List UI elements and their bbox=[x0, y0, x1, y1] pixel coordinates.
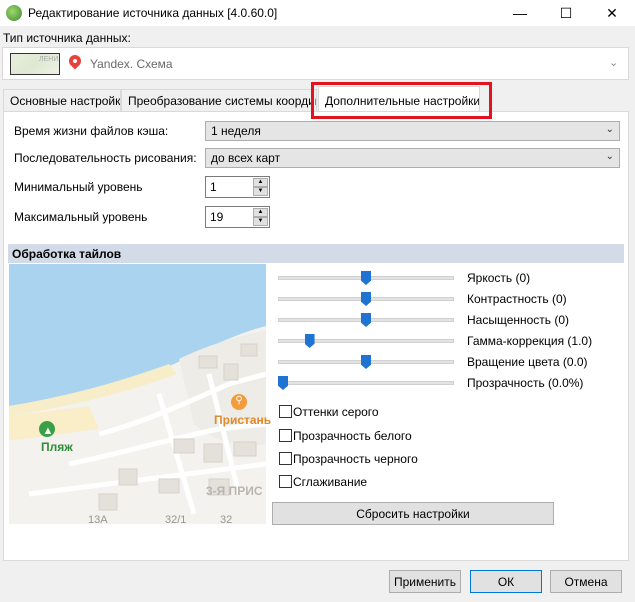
max-level-label: Максимальный уровень bbox=[14, 210, 148, 224]
apply-button[interactable]: Применить bbox=[389, 570, 461, 593]
tab-basic-settings[interactable]: Основные настройки bbox=[3, 89, 121, 111]
source-type-select[interactable]: ЛЕНИ Yandex. Схема ⌄ bbox=[2, 47, 629, 80]
spin-up-icon[interactable]: ▲ bbox=[253, 178, 268, 187]
beach-icon: ▲ bbox=[42, 425, 54, 437]
reset-settings-button[interactable]: Сбросить настройки bbox=[272, 502, 554, 525]
map-label-pier: Пристань bbox=[214, 413, 272, 427]
tile-processing-header: Обработка тайлов bbox=[8, 244, 624, 263]
min-level-spinner[interactable]: 1 ▲ ▼ bbox=[205, 176, 270, 198]
white-transparency-checkbox[interactable] bbox=[279, 429, 292, 442]
black-transparency-label: Прозрачность черного bbox=[293, 452, 418, 466]
smoothing-label: Сглаживание bbox=[293, 475, 368, 489]
max-level-value: 19 bbox=[210, 210, 224, 224]
source-type-value: Yandex. Схема bbox=[90, 57, 173, 71]
min-level-value: 1 bbox=[210, 180, 217, 194]
smoothing-checkbox[interactable] bbox=[279, 475, 292, 488]
source-type-label: Тип источника данных: bbox=[3, 31, 131, 45]
spin-down-icon[interactable]: ▼ bbox=[253, 217, 268, 226]
map-label-street: 3-Я ПРИС bbox=[206, 484, 263, 498]
grayscale-checkbox[interactable] bbox=[279, 405, 292, 418]
window-title: Редактирование источника данных [4.0.60.… bbox=[28, 6, 278, 20]
minimize-button[interactable]: — bbox=[497, 0, 543, 26]
source-thumbnail: ЛЕНИ bbox=[10, 53, 60, 75]
draw-order-label: Последовательность рисования: bbox=[14, 151, 197, 165]
title-bar: Редактирование источника данных [4.0.60.… bbox=[0, 0, 635, 26]
map-label-house: 13А bbox=[88, 514, 108, 526]
map-label-house: 32 bbox=[220, 514, 233, 526]
map-label-beach: Пляж bbox=[41, 440, 73, 454]
spin-down-icon[interactable]: ▼ bbox=[253, 187, 268, 196]
map-label-house: 32/1 bbox=[165, 514, 187, 526]
chevron-down-icon: ⌄ bbox=[609, 57, 619, 69]
pier-icon: ⚲ bbox=[235, 395, 243, 406]
location-pin-icon bbox=[66, 52, 84, 70]
ok-button[interactable]: ОК bbox=[470, 570, 542, 593]
black-transparency-checkbox[interactable] bbox=[279, 452, 292, 465]
hue-rotation-label: Вращение цвета (0.0) bbox=[467, 355, 588, 369]
brightness-label: Яркость (0) bbox=[467, 271, 531, 285]
chevron-down-icon: ⌄ bbox=[605, 124, 614, 135]
contrast-label: Контрастность (0) bbox=[467, 292, 567, 306]
draw-order-value: до всех карт bbox=[211, 151, 281, 165]
cancel-button[interactable]: Отмена bbox=[550, 570, 622, 593]
transparency-label: Прозрачность (0.0%) bbox=[467, 376, 584, 390]
saturation-label: Насыщенность (0) bbox=[467, 313, 570, 327]
tab-additional-settings[interactable]: Дополнительные настройки bbox=[318, 86, 480, 112]
app-icon bbox=[6, 5, 22, 21]
close-button[interactable]: ✕ bbox=[589, 0, 635, 26]
cache-lifetime-label: Время жизни файлов кэша: bbox=[14, 124, 169, 138]
max-level-spinner[interactable]: 19 ▲ ▼ bbox=[205, 206, 270, 228]
maximize-button[interactable]: ☐ bbox=[543, 0, 589, 26]
grayscale-label: Оттенки серого bbox=[293, 405, 379, 419]
cache-lifetime-value: 1 неделя bbox=[211, 124, 261, 138]
draw-order-select[interactable]: до всех карт ⌄ bbox=[205, 148, 620, 168]
gamma-label: Гамма-коррекция (1.0) bbox=[467, 334, 593, 348]
white-transparency-label: Прозрачность белого bbox=[293, 429, 412, 443]
chevron-down-icon: ⌄ bbox=[605, 151, 614, 162]
min-level-label: Минимальный уровень bbox=[14, 180, 143, 194]
transparency-slider[interactable] bbox=[278, 381, 454, 385]
tab-coordinate-transform[interactable]: Преобразование системы координат bbox=[121, 89, 317, 111]
cache-lifetime-select[interactable]: 1 неделя ⌄ bbox=[205, 121, 620, 141]
spin-up-icon[interactable]: ▲ bbox=[253, 208, 268, 217]
gamma-slider[interactable] bbox=[278, 339, 454, 343]
